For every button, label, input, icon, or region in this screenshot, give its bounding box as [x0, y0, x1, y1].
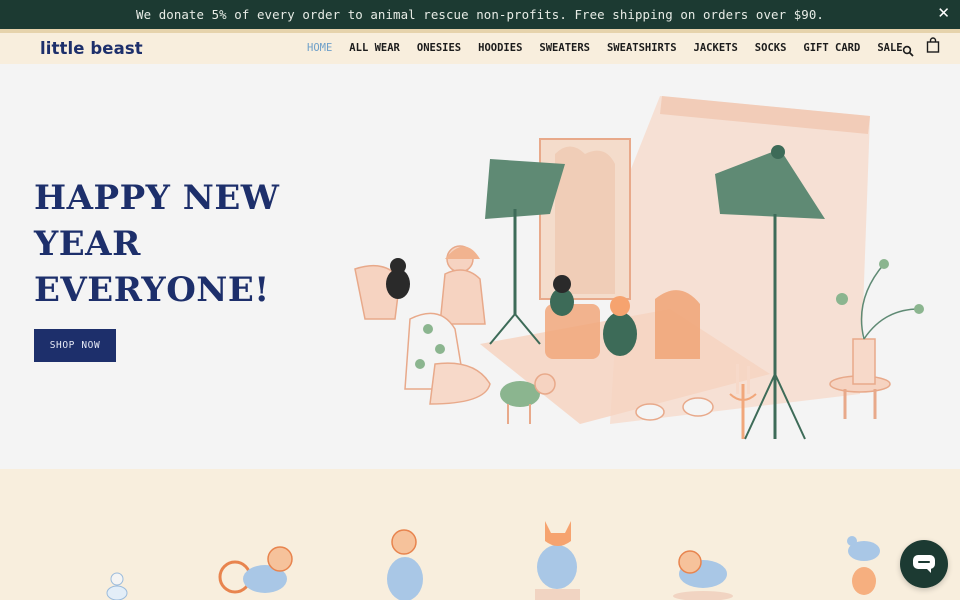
search-icon[interactable]	[902, 42, 914, 61]
plant	[860, 263, 920, 340]
hero-illustration	[354, 96, 924, 440]
shiba-dog	[603, 312, 637, 356]
pigeon-left	[635, 403, 665, 421]
orange-chair	[655, 290, 700, 359]
hound-figure[interactable]	[380, 524, 430, 600]
nav-item-sweaters[interactable]: SWEATERS	[539, 42, 590, 54]
announcement-text: We donate 5% of every order to animal re…	[136, 7, 824, 22]
shop-now-button[interactable]: SHOP NOW	[34, 329, 116, 362]
cart-icon[interactable]	[926, 37, 940, 57]
announcement-bar: We donate 5% of every order to animal re…	[0, 0, 960, 29]
sweater-dog	[500, 381, 540, 407]
chat-icon	[913, 555, 935, 573]
nav-item-socks[interactable]: SOCKS	[755, 42, 787, 54]
nav-item-sale[interactable]: SALE	[877, 42, 902, 54]
collection-strip	[0, 469, 960, 600]
nav-item-jackets[interactable]: JACKETS	[694, 42, 738, 54]
site-logo[interactable]: little beast	[40, 39, 143, 58]
nav-item-gift-card[interactable]: GIFT CARD	[803, 42, 860, 54]
wheelchair-dog-figure[interactable]	[215, 539, 300, 600]
pug-figure[interactable]	[668, 544, 738, 600]
main-nav: HOME ALL WEAR ONESIES HOODIES SWEATERS S…	[307, 42, 903, 54]
nav-item-all-wear[interactable]: ALL WEAR	[349, 42, 400, 54]
fox-dog-figure[interactable]	[525, 509, 590, 600]
nav-item-onesies[interactable]: ONESIES	[417, 42, 461, 54]
chat-button[interactable]	[900, 540, 948, 588]
bird-figure[interactable]	[842, 529, 887, 600]
chihuahua-figure[interactable]	[100, 569, 135, 600]
close-icon[interactable]: ✕	[937, 4, 950, 22]
hero-title: HAPPY NEW YEAR EVERYONE!	[34, 178, 280, 310]
pigeon-right	[682, 397, 714, 417]
nav-item-home[interactable]: HOME	[307, 42, 332, 54]
hero-banner: HAPPY NEW YEAR EVERYONE! SHOP NOW	[0, 64, 960, 469]
nav-item-hoodies[interactable]: HOODIES	[478, 42, 522, 54]
nav-item-sweatshirts[interactable]: SWEATSHIRTS	[607, 42, 677, 54]
site-header: little beast HOME ALL WEAR ONESIES HOODI…	[0, 33, 960, 64]
